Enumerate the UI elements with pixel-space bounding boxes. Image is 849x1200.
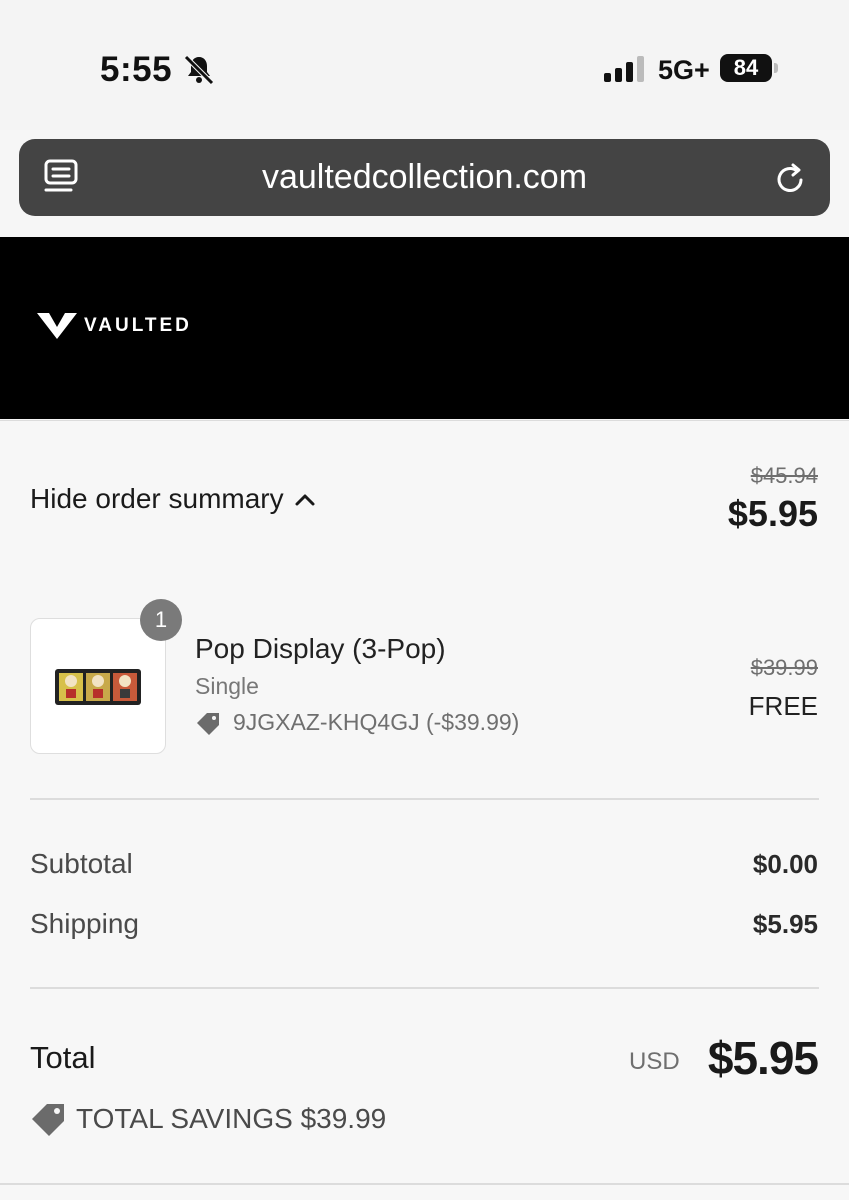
vaulted-logo[interactable]: VAULTED: [37, 313, 192, 339]
discount-tag-icon: [197, 712, 219, 735]
order-summary-toggle-row[interactable]: Hide order summary $45.94 $5.95: [0, 420, 849, 574]
discount-code: 9JGXAZ-KHQ4GJ (-$39.99): [233, 709, 520, 735]
battery-icon: 84: [720, 54, 780, 84]
cellular-signal-icon: [604, 56, 644, 82]
product-original-price: $39.99: [750, 655, 818, 680]
shipping-value: $5.95: [752, 909, 818, 939]
product-discount: 9JGXAZ-KHQ4GJ (-$39.99): [195, 709, 519, 736]
battery-level: 84: [733, 55, 759, 80]
url-text[interactable]: vaultedcollection.com: [19, 139, 830, 216]
toggle-label: Hide order summary: [30, 483, 284, 514]
address-bar[interactable]: vaultedcollection.com: [19, 139, 830, 216]
total-savings-text: TOTAL SAVINGS $39.99: [76, 1103, 387, 1134]
status-time: 5:55: [100, 50, 173, 89]
chevron-up-icon: [295, 494, 315, 506]
product-title: Pop Display (3-Pop): [195, 633, 446, 664]
divider: [30, 987, 819, 989]
product-price: FREE: [748, 691, 818, 721]
vaulted-logo-mark-icon: [37, 313, 77, 339]
brand-name: VAULTED: [84, 315, 192, 336]
pop-display-image: [55, 669, 141, 705]
network-type: 5G+: [658, 55, 710, 85]
divider: [0, 1183, 849, 1185]
total-value: $5.95: [707, 1032, 819, 1084]
currency-code: USD: [629, 1048, 680, 1075]
savings-tag-icon: [32, 1104, 64, 1136]
subtotal-label: Subtotal: [30, 848, 133, 879]
product-variant: Single: [195, 673, 259, 699]
bell-muted-icon: [184, 55, 214, 85]
total-savings: TOTAL SAVINGS $39.99: [30, 1100, 386, 1138]
reload-icon[interactable]: [773, 159, 809, 197]
order-summary-content: 1 Pop Display (3-Pop) Single 9JGXAZ-KHQ4…: [0, 573, 849, 1200]
original-total: $45.94: [750, 463, 818, 488]
quantity-badge: 1: [140, 599, 182, 641]
site-header: VAULTED: [0, 237, 849, 419]
hide-order-summary-button[interactable]: Hide order summary: [30, 483, 316, 515]
shipping-label: Shipping: [30, 908, 139, 939]
divider: [30, 798, 819, 800]
total-label: Total: [30, 1040, 96, 1075]
summary-total: $5.95: [727, 493, 818, 534]
subtotal-value: $0.00: [752, 849, 818, 879]
product-thumbnail: [30, 618, 166, 754]
status-bar: 5:55 5G+ 84: [0, 0, 849, 130]
